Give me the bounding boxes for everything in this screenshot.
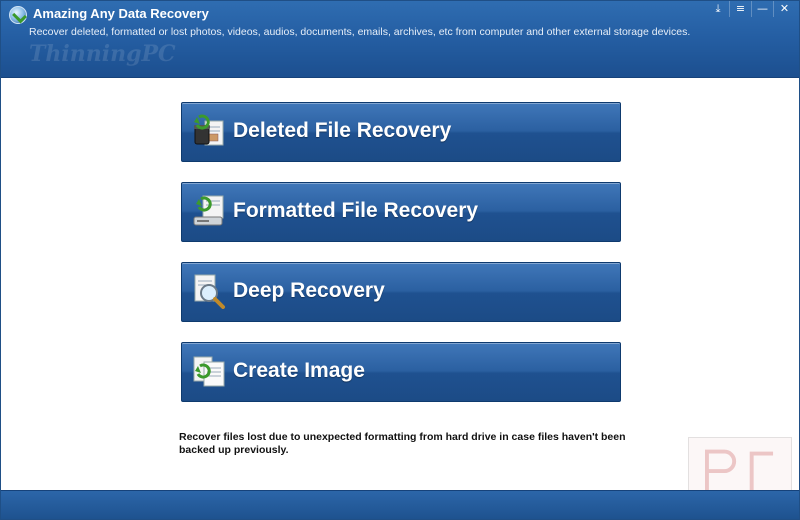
status-bar [1,490,799,519]
recovery-mode-menu: Deleted File Recovery Formatted File Rec… [181,102,621,422]
app-logo-icon [9,6,27,24]
formatted-file-recovery-label: Formatted File Recovery [233,199,479,222]
download-button[interactable]: ⤓ [707,1,729,17]
app-title: Amazing Any Data Recovery [33,6,209,21]
app-subtitle: Recover deleted, formatted or lost photo… [29,26,691,38]
window-controls: ⤓ ≡ — ✕ [707,1,795,17]
mode-description: Recover files lost due to unexpected for… [179,431,626,456]
deleted-file-recovery-icon [194,114,224,146]
deep-recovery-icon [194,274,225,309]
deep-recovery-label: Deep Recovery [233,279,385,302]
formatted-file-recovery-icon [193,195,224,226]
menu-button[interactable]: ≡ [729,1,751,17]
title-bar: Amazing Any Data Recovery Recover delete… [1,1,799,78]
deleted-file-recovery-label: Deleted File Recovery [233,119,452,142]
deleted-file-recovery-button[interactable]: Deleted File Recovery [181,102,621,162]
watermark-text: ThinningPC [29,41,176,67]
create-image-icon [193,356,225,387]
create-image-button[interactable]: Create Image [181,342,621,402]
minimize-button[interactable]: — [751,1,773,17]
close-button[interactable]: ✕ [773,1,795,17]
app-window: Amazing Any Data Recovery Recover delete… [0,0,800,520]
formatted-file-recovery-button[interactable]: Formatted File Recovery [181,182,621,242]
deep-recovery-button[interactable]: Deep Recovery [181,262,621,322]
create-image-label: Create Image [233,359,365,382]
